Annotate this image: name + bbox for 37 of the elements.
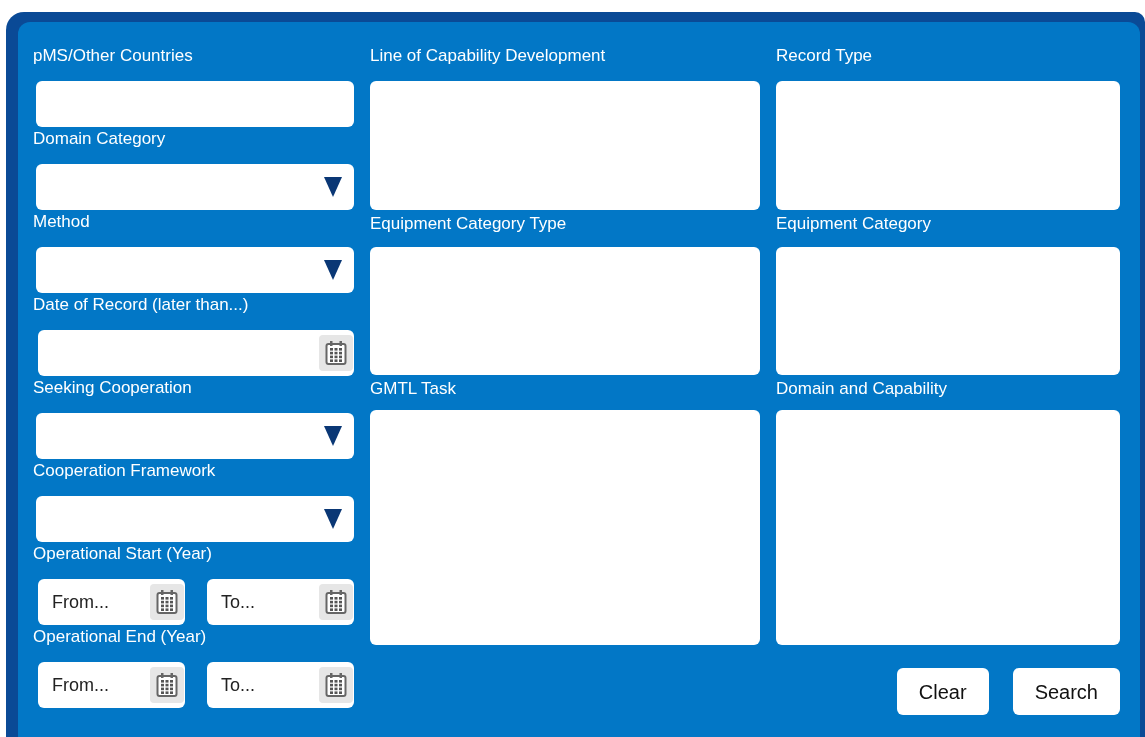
field-label: GMTL Task <box>370 378 457 400</box>
field-label: Method <box>33 211 91 233</box>
calendar-icon[interactable] <box>150 667 184 703</box>
field-label: Record Type <box>776 45 874 67</box>
date-field[interactable] <box>38 330 354 376</box>
field-label: Seeking Cooperation <box>33 377 193 399</box>
list-box[interactable] <box>370 247 760 375</box>
dropdown-field[interactable] <box>36 413 354 459</box>
calendar-icon[interactable] <box>319 667 353 703</box>
field-label: Line of Capability Development <box>370 45 607 67</box>
search-button[interactable]: Search <box>1012 668 1120 715</box>
field-label: Equipment Category <box>776 213 932 235</box>
text-field[interactable] <box>36 81 354 127</box>
list-box[interactable] <box>370 81 760 210</box>
field-label: Date of Record (later than...) <box>33 294 250 316</box>
field-label: pMS/Other Countries <box>33 45 194 67</box>
calendar-icon[interactable] <box>319 584 353 620</box>
field-label: Domain and Capability <box>776 378 949 400</box>
list-box[interactable] <box>776 81 1120 210</box>
field-label: Operational End (Year) <box>33 626 208 648</box>
dropdown-field[interactable] <box>36 164 354 210</box>
dropdown-field[interactable] <box>36 496 354 542</box>
dropdown-arrow-icon <box>324 509 342 529</box>
list-box[interactable] <box>776 247 1120 375</box>
list-box[interactable] <box>776 410 1120 645</box>
dropdown-arrow-icon <box>324 260 342 280</box>
calendar-icon[interactable] <box>150 584 184 620</box>
dropdown-arrow-icon <box>324 426 342 446</box>
field-label: Equipment Category Type <box>370 213 568 235</box>
field-label: Domain Category <box>33 128 167 150</box>
dropdown-arrow-icon <box>324 177 342 197</box>
clear-button[interactable]: Clear <box>896 668 989 715</box>
field-label: Cooperation Framework <box>33 460 217 482</box>
dropdown-field[interactable] <box>36 247 354 293</box>
field-label: Operational Start (Year) <box>33 543 213 565</box>
list-box[interactable] <box>370 410 760 645</box>
calendar-icon[interactable] <box>319 335 353 371</box>
